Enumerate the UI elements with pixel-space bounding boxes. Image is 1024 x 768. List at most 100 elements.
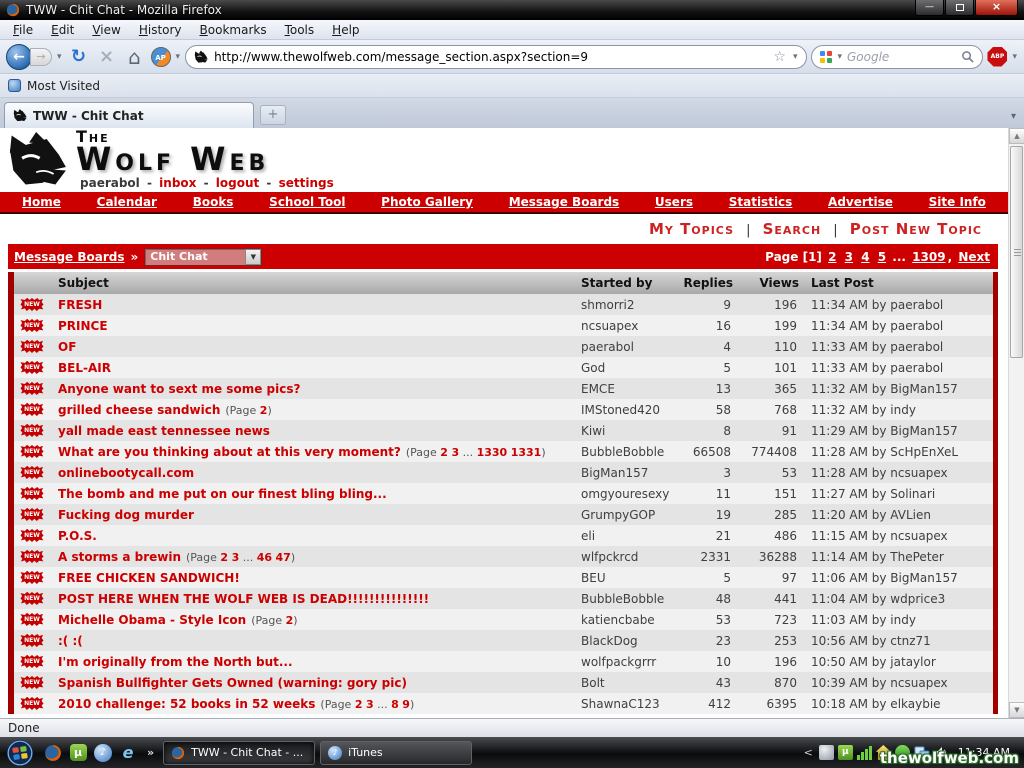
thread-subject-link[interactable]: I'm originally from the North but... (58, 655, 293, 669)
firefox-quicklaunch-icon[interactable] (43, 743, 63, 763)
nav-statistics[interactable]: Statistics (729, 195, 793, 209)
thread-page-links[interactable] (194, 467, 199, 480)
thread-subject-link[interactable]: Fucking dog murder (58, 508, 194, 522)
search-input[interactable]: Google (847, 50, 957, 64)
page-next-link[interactable]: Next (956, 250, 992, 264)
menu-tools[interactable]: Tools (276, 23, 324, 37)
url-dropdown-icon[interactable]: ▾ (792, 52, 799, 62)
thread-subject-link[interactable]: P.O.S. (58, 529, 97, 543)
url-text[interactable]: http://www.thewolfweb.com/message_sectio… (214, 50, 767, 64)
content-scrollbar[interactable]: ▲ ▼ (1008, 128, 1024, 718)
itunes-quicklaunch-icon[interactable]: ♪ (93, 743, 113, 763)
thread-page-links[interactable] (293, 656, 298, 669)
tab-tww-chit-chat[interactable]: TWW - Chit Chat (4, 102, 254, 128)
internet-explorer-quicklaunch-icon[interactable]: e (118, 743, 138, 763)
minimize-button[interactable]: — (915, 0, 944, 16)
site-logo[interactable]: The Wolf Web (76, 130, 269, 174)
thread-page-links[interactable]: (Page 2 3 ... 1330 1331) (401, 446, 546, 459)
search-engine-dropdown-icon[interactable]: ▾ (836, 52, 843, 62)
utorrent-tray-icon[interactable]: µ (838, 745, 853, 760)
nav-users[interactable]: Users (655, 195, 693, 209)
thread-page-links[interactable] (429, 593, 434, 606)
thread-subject-link[interactable]: POST HERE WHEN THE WOLF WEB IS DEAD!!!!!… (58, 592, 429, 606)
nav-books[interactable]: Books (193, 195, 234, 209)
search-link[interactable]: Search (763, 220, 822, 238)
post-new-topic-link[interactable]: Post New Topic (850, 220, 982, 238)
scrollbar-thumb[interactable] (1010, 146, 1023, 358)
thread-subject-link[interactable]: PRINCE (58, 319, 108, 333)
menu-edit[interactable]: Edit (42, 23, 83, 37)
signal-tray-icon[interactable] (857, 745, 872, 760)
menu-file[interactable]: File (4, 23, 42, 37)
thread-subject-link[interactable]: Anyone want to sext me some pics? (58, 382, 300, 396)
thread-subject-link[interactable]: A storms a brewin (58, 550, 181, 564)
utorrent-quicklaunch-icon[interactable]: µ (68, 743, 88, 763)
scroll-down-icon[interactable]: ▼ (1009, 702, 1024, 718)
thread-page-links[interactable] (300, 383, 305, 396)
ap-dropdown-icon[interactable]: ▾ (175, 52, 182, 62)
thread-page-links[interactable] (83, 635, 88, 648)
scroll-up-icon[interactable]: ▲ (1009, 128, 1024, 144)
section-select[interactable]: Chit Chat ▼ (144, 248, 262, 266)
tray-collapse-icon[interactable]: < (804, 746, 815, 759)
thread-subject-link[interactable]: What are you thinking about at this very… (58, 445, 401, 459)
page-link-last[interactable]: 1309 (910, 250, 947, 264)
nav-calendar[interactable]: Calendar (97, 195, 157, 209)
thread-page-links[interactable] (111, 362, 116, 375)
thread-page-links[interactable] (97, 530, 102, 543)
maximize-button[interactable] (945, 0, 974, 16)
history-dropdown-icon[interactable]: ▾ (56, 52, 63, 62)
thread-subject-link[interactable]: BEL-AIR (58, 361, 111, 375)
page-link-2[interactable]: 2 (826, 250, 838, 264)
select-dropdown-arrow-icon[interactable]: ▼ (245, 249, 261, 265)
thread-page-links[interactable] (102, 299, 107, 312)
nav-advertise[interactable]: Advertise (828, 195, 893, 209)
thread-page-links[interactable] (108, 320, 113, 333)
taskbar-window-itunes[interactable]: ♪ iTunes (320, 741, 472, 765)
menu-history[interactable]: History (130, 23, 191, 37)
menu-help[interactable]: Help (323, 23, 368, 37)
thread-page-links[interactable] (387, 488, 392, 501)
thread-subject-link[interactable]: OF (58, 340, 76, 354)
nav-school-tool[interactable]: School Tool (269, 195, 345, 209)
toolbar-overflow-icon[interactable]: ▾ (1011, 52, 1018, 62)
thread-page-links[interactable]: (Page 2 3 ... 46 47) (181, 551, 295, 564)
thread-subject-link[interactable]: FREE CHICKEN SANDWICH! (58, 571, 240, 585)
bookmark-most-visited[interactable]: Most Visited (27, 79, 100, 93)
nav-home[interactable]: Home (22, 195, 61, 209)
thread-page-links[interactable]: (Page 2) (220, 404, 271, 417)
taskbar-window-firefox[interactable]: TWW - Chit Chat - ... (163, 741, 315, 765)
back-button[interactable]: ← (6, 44, 32, 70)
new-tab-button[interactable]: + (260, 105, 286, 125)
thread-subject-link[interactable]: Michelle Obama - Style Icon (58, 613, 246, 627)
reload-button[interactable]: ↻ (67, 46, 91, 67)
menu-bookmarks[interactable]: Bookmarks (191, 23, 276, 37)
thread-subject-link[interactable]: grilled cheese sandwich (58, 403, 220, 417)
adblock-plus-icon[interactable]: ABP (987, 47, 1007, 67)
bookmark-star-icon[interactable]: ☆ (773, 49, 786, 65)
breadcrumb-message-boards[interactable]: Message Boards (14, 250, 125, 264)
start-button[interactable] (6, 739, 34, 767)
thread-subject-link[interactable]: onlinebootycall.com (58, 466, 194, 480)
thread-page-links[interactable] (240, 572, 245, 585)
close-button[interactable]: × (975, 0, 1018, 16)
stop-button[interactable]: × (95, 46, 119, 67)
thread-page-links[interactable] (270, 425, 275, 438)
page-link-5[interactable]: 5 (876, 250, 888, 264)
thread-page-links[interactable] (194, 509, 199, 522)
home-button[interactable]: ⌂ (123, 45, 147, 69)
search-bar[interactable]: ▾ Google (811, 45, 983, 69)
thread-subject-link[interactable]: yall made east tennessee news (58, 424, 270, 438)
url-bar[interactable]: http://www.thewolfweb.com/message_sectio… (185, 45, 807, 69)
thread-page-links[interactable]: (Page 2) (246, 614, 297, 627)
search-icon[interactable] (961, 50, 974, 63)
page-link-4[interactable]: 4 (859, 250, 871, 264)
list-all-tabs-icon[interactable]: ▾ (1011, 111, 1016, 122)
thread-subject-link[interactable]: :( :( (58, 634, 83, 648)
thread-page-links[interactable] (407, 677, 412, 690)
nav-message-boards[interactable]: Message Boards (509, 195, 620, 209)
inbox-link[interactable]: inbox (159, 176, 196, 190)
thread-page-links[interactable]: (Page 2 3 ... 8 9) (315, 698, 414, 711)
thread-subject-link[interactable]: The bomb and me put on our finest bling … (58, 487, 387, 501)
thread-subject-link[interactable]: FRESH (58, 298, 102, 312)
